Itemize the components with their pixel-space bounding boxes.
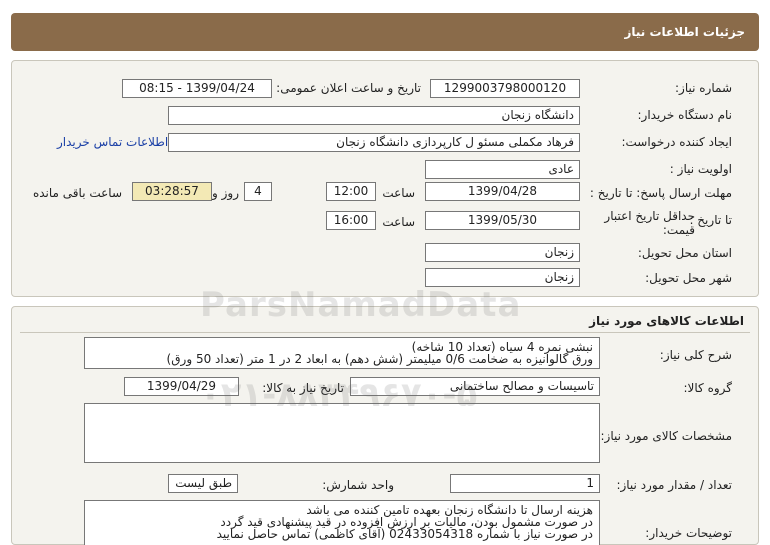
specs-field (84, 403, 600, 463)
deadline-label: مهلت ارسال پاسخ: تا تاریخ : (589, 186, 732, 200)
buyer-org-field: دانشگاه زنجان (168, 106, 580, 125)
remaining-time-label: ساعت باقی مانده (32, 186, 122, 200)
province-label: استان محل تحویل: (637, 246, 732, 260)
days-label: روز و (212, 186, 239, 200)
buyer-notes-label: توضیحات خریدار: (645, 526, 732, 540)
city-field: زنجان (425, 268, 580, 287)
validity-date-field: 1399/05/30 (425, 211, 580, 230)
days-remaining-field: 4 (244, 182, 272, 201)
city-label: شهر محل تحویل: (645, 271, 732, 285)
priority-label: اولویت نیاز : (669, 162, 732, 176)
need-date-field: 1399/04/29 (124, 377, 239, 396)
deadline-date-field: 1399/04/28 (425, 182, 580, 201)
buyer-notes-field: هزینه ارسال تا دانشگاه زنجان بعهده تامین… (84, 500, 600, 545)
province-field: زنجان (425, 243, 580, 262)
unit-field: طبق لیست (168, 474, 238, 493)
need-date-label: تاریخ نیاز به کالا: (262, 381, 344, 395)
deadline-time-field: 12:00 (326, 182, 376, 201)
qty-field: 1 (450, 474, 600, 493)
buyer-contact-link[interactable]: اطلاعات تماس خریدار (57, 135, 168, 149)
buyer-org-label: نام دستگاه خریدار: (637, 108, 733, 122)
goods-group-label: گروه کالا: (683, 381, 733, 395)
requester-field: فرهاد مکملی مسئو ل کارپردازی دانشگاه زنج… (168, 133, 580, 152)
deadline-time-label: ساعت (382, 186, 415, 200)
unit-label: واحد شمارش: (322, 478, 394, 492)
goods-section-divider (20, 332, 750, 333)
validity-time-field: 16:00 (326, 211, 376, 230)
requester-label: ایجاد کننده درخواست: (621, 135, 732, 149)
specs-label: مشخصات کالای مورد نیاز: (600, 429, 732, 443)
validity-to-label-right: تا تاریخ : (689, 213, 732, 227)
page-header: جزئیات اطلاعات نیاز (11, 13, 759, 51)
goods-section-title: اطلاعات کالاهای مورد نیاز (589, 314, 744, 328)
validity-label: حداقل تاریخ اعتبار قیمت: (604, 209, 695, 237)
summary-line-2: ورق گالوانیزه به ضخامت 0/6 میلیمتر (شش د… (166, 352, 593, 366)
announce-label: تاریخ و ساعت اعلان عمومی: (276, 81, 421, 95)
remaining-time-field: 03:28:57 (132, 182, 212, 201)
qty-label: تعداد / مقدار مورد نیاز: (616, 478, 732, 492)
priority-field: عادی (425, 160, 580, 179)
notes-line-3: در صورت نیاز با شماره 02433054318 (آقای … (216, 527, 593, 541)
need-number-field: 1299003798000120 (430, 79, 580, 98)
goods-group-field: تاسیسات و مصالح ساختمانی (350, 377, 600, 396)
validity-time-label: ساعت (382, 215, 415, 229)
summary-label: شرح کلی نیاز: (659, 348, 732, 362)
summary-field: نبشی نمره 4 سیاه (تعداد 10 شاخه) ورق گال… (84, 337, 600, 369)
need-number-label: شماره نیاز: (675, 81, 732, 95)
announce-field: 1399/04/24 - 08:15 (122, 79, 272, 98)
